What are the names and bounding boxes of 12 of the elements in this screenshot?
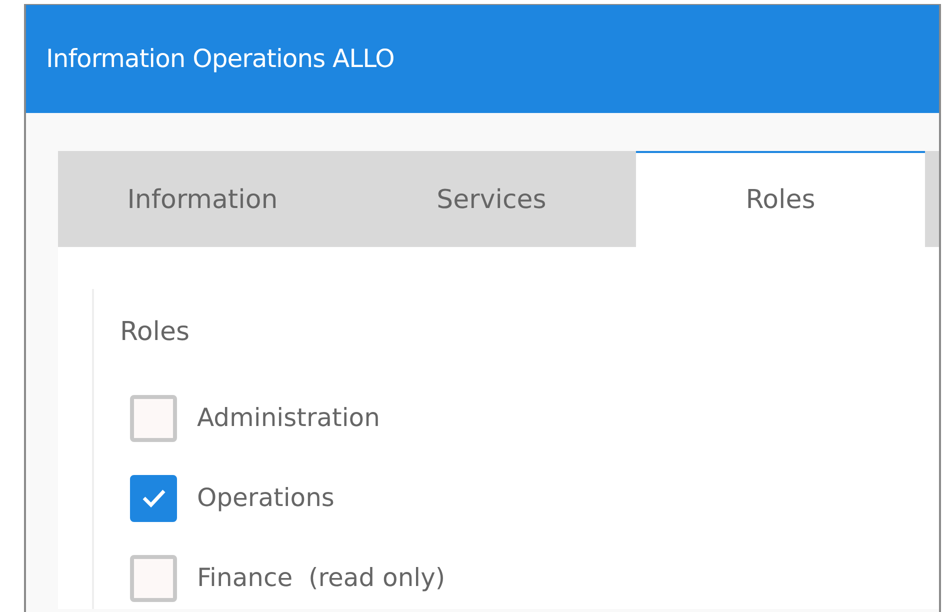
tab[interactable]: Services bbox=[347, 151, 636, 247]
checkbox-label: Operations bbox=[197, 482, 334, 514]
window-title: Information Operations ALLO bbox=[46, 43, 394, 76]
section-heading: Roles bbox=[120, 316, 191, 349]
tab[interactable]: Information bbox=[58, 151, 347, 247]
checkbox[interactable] bbox=[130, 394, 177, 442]
checkbox[interactable] bbox=[130, 554, 177, 602]
tab[interactable]: Roles bbox=[636, 151, 925, 247]
checkmark-icon bbox=[140, 488, 166, 508]
checkbox-label: Finance (read only) bbox=[197, 562, 446, 594]
checkbox-label: Administration bbox=[197, 402, 380, 434]
checkbox[interactable] bbox=[130, 474, 177, 522]
